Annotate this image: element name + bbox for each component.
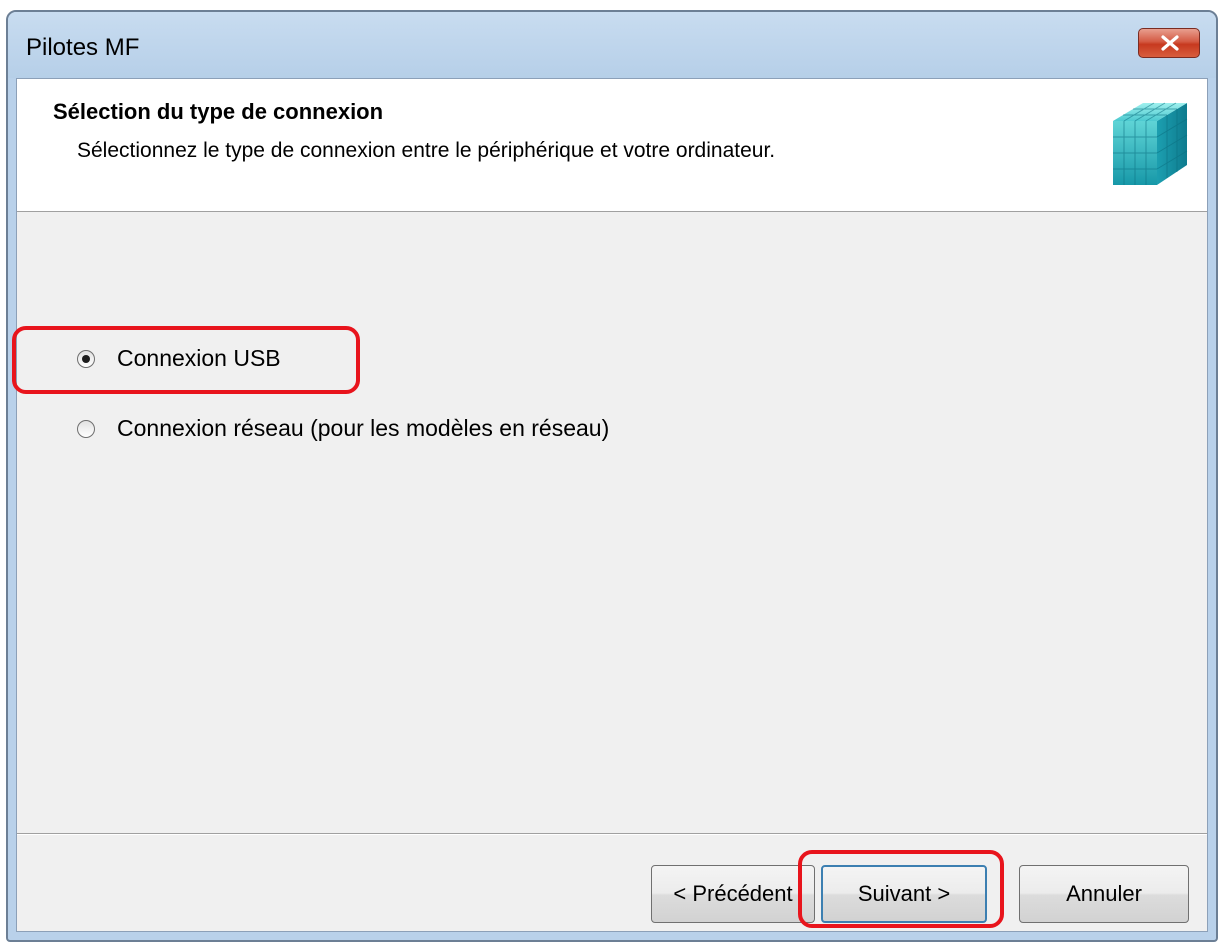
title-bar[interactable]: Pilotes MF [8, 12, 1216, 78]
page-subheading: Sélectionnez le type de connexion entre … [77, 139, 776, 162]
dialog-client-area: Sélection du type de connexion Sélection… [16, 78, 1208, 932]
header-band: Sélection du type de connexion Sélection… [17, 79, 1207, 212]
next-button-highlight [798, 850, 1004, 928]
usb-option-highlight [12, 326, 360, 394]
dialog-window: Pilotes MF Sélection du type de connexio… [6, 10, 1218, 942]
footer-separator [17, 833, 1207, 835]
cube-logo-icon [1113, 102, 1188, 185]
radio-option-network[interactable]: Connexion réseau (pour les modèles en ré… [77, 415, 609, 442]
page-heading: Sélection du type de connexion [53, 99, 384, 124]
close-icon [1161, 35, 1179, 51]
previous-button[interactable]: < Précédent [651, 865, 815, 923]
window-title: Pilotes MF [26, 34, 140, 61]
close-button[interactable] [1138, 28, 1200, 58]
radio-button-network[interactable] [77, 419, 95, 438]
radio-label-network: Connexion réseau (pour les modèles en ré… [117, 415, 610, 441]
cancel-button[interactable]: Annuler [1019, 865, 1189, 923]
